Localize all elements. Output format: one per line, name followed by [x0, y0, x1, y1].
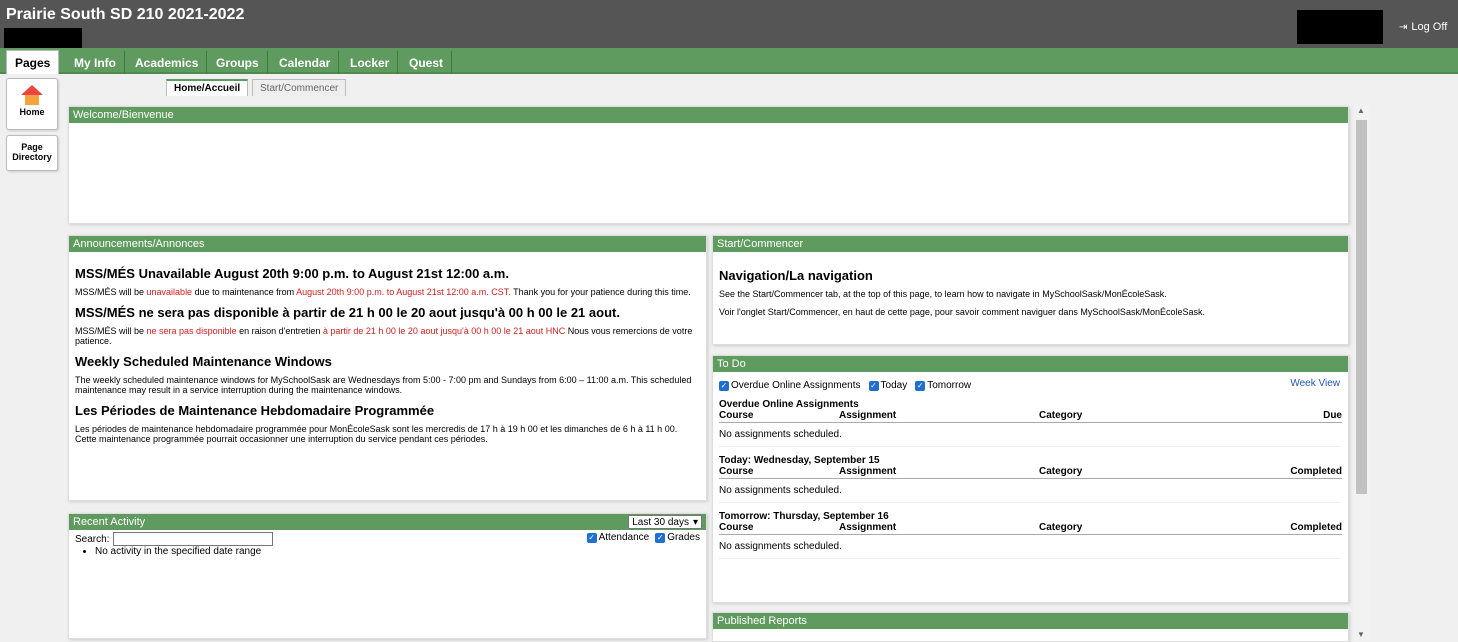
today-filter-checkbox[interactable]: ✓ Today [868, 380, 907, 391]
subtab-start[interactable]: Start/Commencer [252, 79, 347, 96]
side-tab-home[interactable]: Home [6, 78, 58, 130]
today-section: Today: Wednesday, September 15 Course Ass… [719, 455, 1342, 503]
no-activity-message: No activity in the specified date range [95, 546, 700, 557]
tomorrow-section: Tomorrow: Thursday, September 16 Course A… [719, 511, 1342, 559]
tab-calendar[interactable]: Calendar [271, 51, 340, 74]
tomorrow-filter-checkbox[interactable]: ✓ Tomorrow [915, 380, 971, 391]
todo-panel: To Do ✓ Overdue Online Assignments ✓ Today… [712, 355, 1349, 603]
main-tab-bar: Pages My Info Academics Groups Calendar … [0, 48, 1458, 74]
announcement-heading: Les Périodes de Maintenance Hebdomadaire… [75, 403, 435, 418]
recent-activity-header: Recent Activity Last 30 days ▾ [69, 514, 706, 530]
attendance-checkbox[interactable]: ✓ Attendance [586, 532, 649, 543]
tab-groups[interactable]: Groups [208, 51, 268, 74]
tab-pages[interactable]: Pages [6, 50, 60, 74]
announcement-heading: MSS/MÉS Unavailable August 20th 9:00 p.m… [75, 266, 509, 281]
period-select[interactable]: Last 30 days ▾ [628, 515, 702, 529]
top-header: Prairie South SD 210 2021-2022 ⇥ Log Off [0, 0, 1458, 48]
navigation-text-en: See the Start/Commencer tab, at the top … [719, 289, 1167, 299]
redacted-user-name [4, 28, 82, 48]
week-view-link[interactable]: Week View [1290, 378, 1340, 389]
subtab-home[interactable]: Home/Accueil [166, 79, 249, 96]
scroll-up-icon[interactable]: ▲ [1357, 106, 1365, 115]
welcome-title: Welcome/Bienvenue [69, 107, 1348, 123]
recent-activity-panel: Recent Activity Last 30 days ▾ Search: ✓… [68, 513, 707, 639]
announcement-text: The weekly scheduled maintenance windows… [75, 375, 692, 395]
logoff-link[interactable]: ⇥ Log Off [1399, 21, 1447, 33]
scroll-thumb[interactable] [1356, 120, 1367, 494]
check-icon: ✓ [719, 380, 729, 391]
scroll-down-icon[interactable]: ▼ [1357, 630, 1365, 639]
announcement-text: MSS/MÉS will be ne sera pas disponible e… [75, 326, 693, 346]
todo-title: To Do [713, 356, 1348, 372]
navigation-heading: Navigation/La navigation [719, 268, 873, 283]
welcome-panel: Welcome/Bienvenue [68, 106, 1349, 224]
side-tab-page-directory[interactable]: Page Directory [6, 135, 58, 171]
check-icon: ✓ [915, 380, 926, 391]
no-assignments-message: No assignments scheduled. [719, 535, 1342, 559]
start-panel: Start/Commencer Navigation/La navigation… [712, 235, 1349, 345]
published-reports-panel: Published Reports [712, 612, 1349, 642]
logoff-icon: ⇥ [1399, 21, 1408, 33]
check-icon: ✓ [655, 532, 666, 543]
redacted-user-photo [1297, 10, 1383, 44]
announcement-heading: Weekly Scheduled Maintenance Windows [75, 354, 332, 369]
chevron-down-icon: ▾ [692, 516, 698, 528]
navigation-text-fr: Voir l'onglet Start/Commencer, en haut d… [719, 307, 1205, 317]
home-icon [21, 85, 43, 105]
table-header: Course Assignment Category Completed [719, 466, 1342, 479]
overdue-section: Overdue Online Assignments Course Assignm… [719, 399, 1342, 447]
tab-my-info[interactable]: My Info [66, 51, 125, 74]
start-title: Start/Commencer [713, 236, 1348, 252]
table-header: Course Assignment Category Completed [719, 522, 1342, 535]
tab-academics[interactable]: Academics [127, 51, 208, 74]
tab-quest[interactable]: Quest [401, 51, 453, 74]
no-assignments-message: No assignments scheduled. [719, 423, 1342, 447]
search-input[interactable] [113, 532, 274, 546]
no-assignments-message: No assignments scheduled. [719, 479, 1342, 503]
tab-locker[interactable]: Locker [342, 51, 399, 74]
grades-checkbox[interactable]: ✓ Grades [655, 532, 700, 543]
announcement-heading: MSS/MÉS ne sera pas disponible à partir … [75, 305, 620, 320]
announcement-text: Les périodes de maintenance hebdomadaire… [75, 424, 678, 444]
page-scrollbar[interactable]: ▲ ▼ [1354, 106, 1369, 639]
table-header: Course Assignment Category Due [719, 410, 1342, 423]
school-name: Prairie South SD 210 2021-2022 [6, 6, 245, 23]
published-reports-title: Published Reports [713, 613, 1348, 629]
check-icon: ✓ [868, 380, 879, 391]
announcements-title: Announcements/Annonces [69, 236, 706, 252]
overdue-filter-checkbox[interactable]: ✓ Overdue Online Assignments [719, 380, 861, 391]
recent-activity-title: Recent Activity [73, 516, 146, 528]
search-label: Search: [75, 533, 110, 545]
check-icon: ✓ [586, 532, 597, 543]
announcements-panel: Announcements/Annonces MSS/MÉS Unavailab… [68, 235, 707, 501]
announcement-text: MSS/MÉS will be unavailable due to maint… [75, 287, 691, 297]
